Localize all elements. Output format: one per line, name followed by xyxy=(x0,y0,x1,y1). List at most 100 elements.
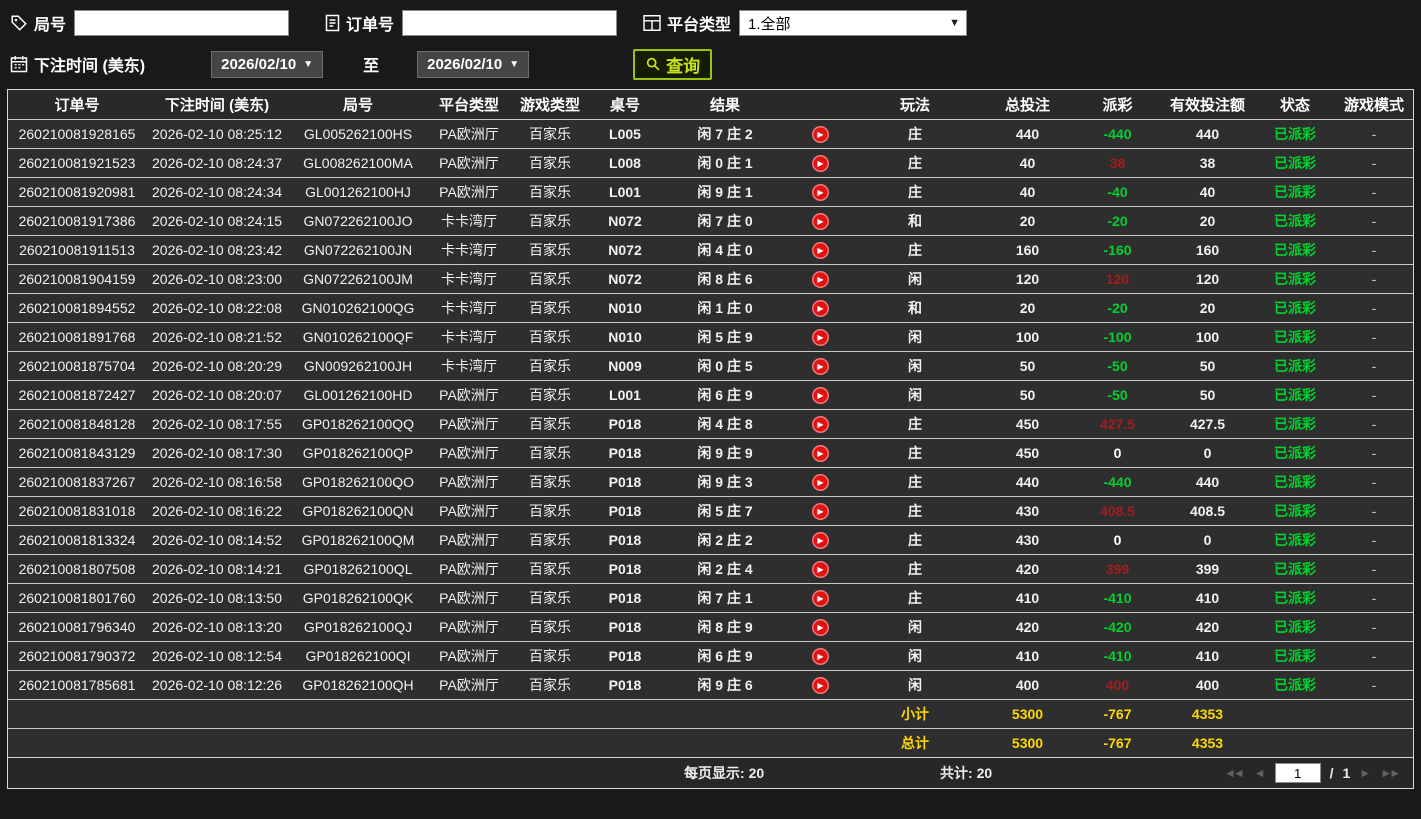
play-video-icon[interactable]: ▶ xyxy=(811,155,829,172)
cell-order-id: 260210081921523 xyxy=(8,148,146,178)
cell-total-bet: 440 xyxy=(980,467,1075,497)
play-video-icon[interactable]: ▶ xyxy=(811,648,829,665)
play-video-icon[interactable]: ▶ xyxy=(811,213,829,230)
cell-bet-time: 2026-02-10 08:17:55 xyxy=(146,409,288,439)
cell-total-bet: 420 xyxy=(980,554,1075,584)
play-video-icon[interactable]: ▶ xyxy=(811,677,829,694)
cell-play: ▶ xyxy=(790,177,850,207)
table-row: 260210081801760 2026-02-10 08:13:50 GP0182… xyxy=(8,583,1413,613)
cell-order-id: 260210081891768 xyxy=(8,322,146,352)
play-video-icon[interactable]: ▶ xyxy=(811,242,829,259)
cell-bet-time: 2026-02-10 08:24:15 xyxy=(146,206,288,236)
play-video-icon[interactable]: ▶ xyxy=(811,590,829,607)
table-row: 260210081807508 2026-02-10 08:14:21 GP0182… xyxy=(8,554,1413,584)
page-number-input[interactable] xyxy=(1274,763,1321,783)
cell-payout: -20 xyxy=(1075,206,1160,236)
cell-bet-time: 2026-02-10 08:13:20 xyxy=(146,612,288,642)
cell-round-id: GP018262100QJ xyxy=(288,612,428,642)
table-row: 260210081921523 2026-02-10 08:24:37 GL0082… xyxy=(8,148,1413,178)
search-button[interactable]: 查询 xyxy=(633,48,713,80)
cell-bet-time: 2026-02-10 08:21:52 xyxy=(146,322,288,352)
cell-order-id: 260210081904159 xyxy=(8,264,146,294)
platform-type-selected-value: 1.全部 xyxy=(748,15,791,33)
cell-result: 闲 0 庄 1 xyxy=(660,148,790,178)
cell-mode: - xyxy=(1335,612,1413,642)
cell-valid-bet: 40 xyxy=(1160,177,1255,207)
last-page-button[interactable]: ►► xyxy=(1380,766,1401,780)
cell-payout: -410 xyxy=(1075,583,1160,613)
cell-game-type: 百家乐 xyxy=(510,438,590,468)
cell-table-no: N010 xyxy=(590,322,660,352)
search-button-label: 查询 xyxy=(666,56,701,76)
cell-order-id: 260210081917386 xyxy=(8,206,146,236)
cell-table-no: N072 xyxy=(590,264,660,294)
first-page-button[interactable]: ◄◄ xyxy=(1224,766,1245,780)
cell-valid-bet: 410 xyxy=(1160,641,1255,671)
cell-bet-time: 2026-02-10 08:16:22 xyxy=(146,496,288,526)
play-video-icon[interactable]: ▶ xyxy=(811,271,829,288)
cell-round-id: GL001262100HJ xyxy=(288,177,428,207)
cell-valid-bet: 120 xyxy=(1160,264,1255,294)
total-count-info: 共计: 20 xyxy=(940,763,992,783)
cell-mode: - xyxy=(1335,264,1413,294)
platform-type-select[interactable]: 1.全部 ▼ xyxy=(739,10,968,36)
table-row: 260210081875704 2026-02-10 08:20:29 GN0092… xyxy=(8,351,1413,381)
cell-payout: 0 xyxy=(1075,525,1160,555)
cell-round-id: GN072262100JM xyxy=(288,264,428,294)
play-video-icon[interactable]: ▶ xyxy=(811,126,829,143)
column-header: 派彩 xyxy=(1075,90,1160,120)
cell-valid-bet: 50 xyxy=(1160,380,1255,410)
column-header: 玩法 xyxy=(850,90,980,120)
cell-bet-type: 庄 xyxy=(850,177,980,207)
cell-result: 闲 9 庄 3 xyxy=(660,467,790,497)
play-video-icon[interactable]: ▶ xyxy=(811,561,829,578)
cell-round-id: GP018262100QM xyxy=(288,525,428,555)
cell-result: 闲 5 庄 7 xyxy=(660,496,790,526)
cell-platform: PA欧洲厅 xyxy=(428,583,510,613)
play-video-icon[interactable]: ▶ xyxy=(811,416,829,433)
table-row: 260210081894552 2026-02-10 08:22:08 GN0102… xyxy=(8,293,1413,323)
play-video-icon[interactable]: ▶ xyxy=(811,619,829,636)
cell-total-bet: 450 xyxy=(980,438,1075,468)
cell-mode: - xyxy=(1335,409,1413,439)
play-video-icon[interactable]: ▶ xyxy=(811,474,829,491)
next-page-button[interactable]: ► xyxy=(1359,766,1371,780)
magnifier-icon xyxy=(645,56,661,72)
cell-game-type: 百家乐 xyxy=(510,409,590,439)
cell-result: 闲 8 庄 6 xyxy=(660,264,790,294)
cell-status: 已派彩 xyxy=(1255,525,1335,555)
play-video-icon[interactable]: ▶ xyxy=(811,300,829,317)
play-video-icon[interactable]: ▶ xyxy=(811,329,829,346)
cell-order-id: 260210081837267 xyxy=(8,467,146,497)
play-video-icon[interactable]: ▶ xyxy=(811,184,829,201)
cell-result: 闲 7 庄 2 xyxy=(660,119,790,149)
cell-payout: 120 xyxy=(1075,264,1160,294)
cell-total-bet: 50 xyxy=(980,351,1075,381)
prev-page-button[interactable]: ◄ xyxy=(1254,766,1266,780)
cell-bet-time: 2026-02-10 08:24:37 xyxy=(146,148,288,178)
filter-toolbar: 局号 订单号 平台类型 1.全部 ▼ 下注时间 (美东) 2026/02/10 … xyxy=(0,0,1421,80)
column-header: 订单号 xyxy=(8,90,146,120)
cell-round-id: GN009262100JH xyxy=(288,351,428,381)
date-from-picker[interactable]: 2026/02/10 ▼ xyxy=(211,50,324,78)
cell-round-id: GP018262100QL xyxy=(288,554,428,584)
cell-game-type: 百家乐 xyxy=(510,612,590,642)
play-video-icon[interactable]: ▶ xyxy=(811,532,829,549)
cell-play: ▶ xyxy=(790,641,850,671)
cell-bet-time: 2026-02-10 08:23:42 xyxy=(146,235,288,265)
cell-bet-type: 闲 xyxy=(850,612,980,642)
round-id-input[interactable] xyxy=(74,10,290,36)
play-video-icon[interactable]: ▶ xyxy=(811,358,829,375)
date-to-picker[interactable]: 2026/02/10 ▼ xyxy=(417,50,530,78)
cell-game-type: 百家乐 xyxy=(510,177,590,207)
cell-total-bet: 430 xyxy=(980,525,1075,555)
cell-game-type: 百家乐 xyxy=(510,119,590,149)
play-video-icon[interactable]: ▶ xyxy=(811,445,829,462)
cell-status: 已派彩 xyxy=(1255,322,1335,352)
cell-play: ▶ xyxy=(790,264,850,294)
play-video-icon[interactable]: ▶ xyxy=(811,503,829,520)
play-video-icon[interactable]: ▶ xyxy=(811,387,829,404)
order-id-input[interactable] xyxy=(402,10,618,36)
cell-total-bet: 450 xyxy=(980,409,1075,439)
cell-order-id: 260210081813324 xyxy=(8,525,146,555)
